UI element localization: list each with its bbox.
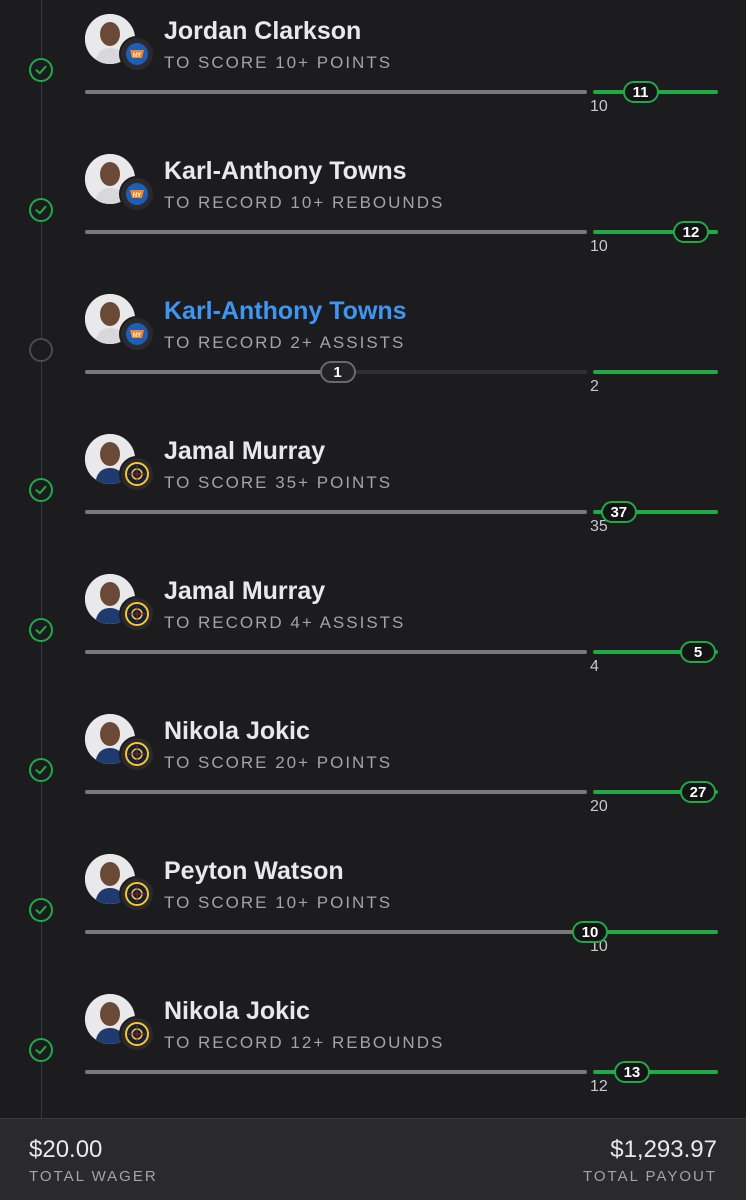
parlay-leg-2[interactable]: NY Karl-Anthony Towns TO RECORD 10+ REBO… — [0, 140, 746, 280]
progress-fill — [85, 650, 587, 654]
target-zone — [593, 1070, 718, 1074]
current-value-pill: 10 — [572, 921, 608, 943]
svg-text:NY: NY — [133, 53, 141, 59]
progress-track — [85, 230, 718, 234]
knicks-logo-icon: NY — [119, 316, 155, 352]
target-value: 10 — [590, 98, 608, 115]
progress-track — [85, 790, 718, 794]
knicks-logo-icon: NY — [119, 176, 155, 212]
current-value-pill: 12 — [673, 221, 709, 243]
progress-track — [85, 930, 718, 934]
total-wager-label: TOTAL WAGER — [29, 1168, 158, 1185]
prop-description: TO SCORE 10+ POINTS — [164, 893, 393, 912]
parlay-leg-6[interactable]: Nikola Jokic TO SCORE 20+ POINTS 20 27 — [0, 700, 746, 840]
current-value-pill: 5 — [680, 641, 716, 663]
progress-track — [85, 370, 718, 374]
target-value: 2 — [590, 378, 599, 395]
parlay-leg-7[interactable]: Peyton Watson TO SCORE 10+ POINTS 10 10 — [0, 840, 746, 980]
parlay-leg-5[interactable]: Jamal Murray TO RECORD 4+ ASSISTS 4 5 — [0, 560, 746, 700]
parlay-leg-8[interactable]: Nikola Jokic TO RECORD 12+ REBOUNDS 12 1… — [0, 980, 746, 1120]
prop-description: TO RECORD 12+ REBOUNDS — [164, 1033, 445, 1052]
player-name[interactable]: Peyton Watson — [164, 857, 344, 886]
progress-fill — [85, 790, 587, 794]
target-zone — [593, 930, 718, 934]
progress-remaining — [337, 370, 587, 374]
check-circle-icon — [29, 618, 53, 642]
progress-fill — [85, 1070, 587, 1074]
player-name[interactable]: Nikola Jokic — [164, 997, 310, 1026]
empty-circle-icon — [29, 338, 53, 362]
player-name[interactable]: Jamal Murray — [164, 437, 325, 466]
current-value-pill: 27 — [680, 781, 716, 803]
progress-track — [85, 650, 718, 654]
prop-description: TO RECORD 4+ ASSISTS — [164, 613, 406, 632]
current-value-pill: 1 — [319, 361, 356, 383]
player-name[interactable]: Jordan Clarkson — [164, 17, 361, 46]
parlay-leg-4[interactable]: Jamal Murray TO SCORE 35+ POINTS 35 37 — [0, 420, 746, 560]
check-circle-icon — [29, 898, 53, 922]
player-name[interactable]: Nikola Jokic — [164, 717, 310, 746]
svg-text:NY: NY — [133, 333, 141, 339]
nuggets-logo-icon — [119, 1016, 155, 1052]
prop-description: TO SCORE 35+ POINTS — [164, 473, 393, 492]
current-value-pill: 37 — [600, 501, 637, 523]
progress-fill — [85, 90, 587, 94]
check-circle-icon — [29, 758, 53, 782]
target-zone — [593, 370, 718, 374]
nuggets-logo-icon — [119, 876, 155, 912]
player-name[interactable]: Jamal Murray — [164, 577, 325, 606]
nuggets-logo-icon — [119, 736, 155, 772]
progress-fill — [85, 930, 587, 934]
total-payout-label: TOTAL PAYOUT — [582, 1168, 717, 1185]
prop-description: TO RECORD 10+ REBOUNDS — [164, 193, 445, 212]
check-circle-icon — [29, 1038, 53, 1062]
nuggets-logo-icon — [119, 456, 155, 492]
target-value: 12 — [590, 1078, 608, 1095]
check-circle-icon — [29, 198, 53, 222]
current-value-pill: 13 — [613, 1061, 650, 1083]
parlay-leg-1[interactable]: NY Jordan Clarkson TO SCORE 10+ POINTS 1… — [0, 0, 746, 140]
prop-description: TO RECORD 2+ ASSISTS — [164, 333, 406, 352]
parlay-legs-list: NY Jordan Clarkson TO SCORE 10+ POINTS 1… — [0, 0, 746, 1118]
target-value: 10 — [590, 238, 608, 255]
player-name[interactable]: Karl-Anthony Towns — [164, 157, 407, 186]
total-wager-amount: $20.00 — [29, 1136, 103, 1163]
parlay-leg-3[interactable]: NY Karl-Anthony Towns TO RECORD 2+ ASSIS… — [0, 280, 746, 420]
progress-fill — [85, 370, 338, 374]
target-value: 20 — [590, 798, 608, 815]
prop-description: TO SCORE 20+ POINTS — [164, 753, 393, 772]
current-value-pill: 11 — [622, 81, 659, 103]
player-name[interactable]: Karl-Anthony Towns — [164, 297, 407, 326]
nuggets-logo-icon — [119, 596, 155, 632]
total-payout-amount: $1,293.97 — [610, 1136, 717, 1163]
progress-fill — [85, 230, 587, 234]
bet-summary-footer: $20.00 TOTAL WAGER $1,293.97 TOTAL PAYOU… — [0, 1118, 746, 1200]
progress-fill — [85, 510, 587, 514]
prop-description: TO SCORE 10+ POINTS — [164, 53, 393, 72]
check-circle-icon — [29, 478, 53, 502]
check-circle-icon — [29, 58, 53, 82]
knicks-logo-icon: NY — [119, 36, 155, 72]
svg-text:NY: NY — [133, 193, 141, 199]
target-value: 4 — [590, 658, 599, 675]
